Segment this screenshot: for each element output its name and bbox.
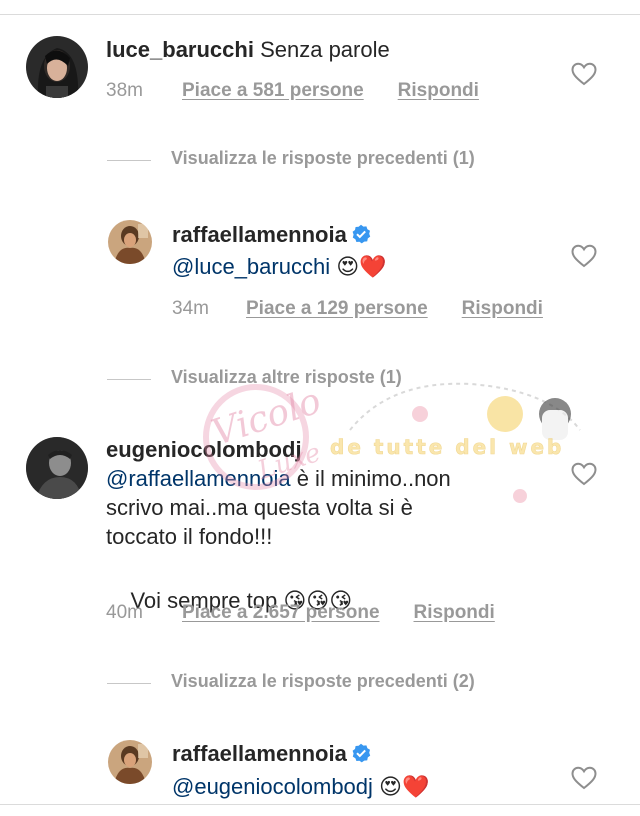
heart-outline-icon[interactable] — [571, 244, 597, 268]
comment-meta: 40m Piace a 2.657 persone Rispondi — [106, 602, 495, 624]
timestamp: 38m — [106, 80, 143, 101]
avatar[interactable] — [108, 220, 152, 264]
timestamp: 34m — [172, 298, 209, 319]
comment-text-line3: toccato il fondo!!! — [106, 524, 273, 549]
heart-outline-icon[interactable] — [571, 766, 597, 790]
bottom-divider — [0, 804, 640, 805]
comment-line2: scrivo mai..ma questa volta si è — [106, 493, 413, 522]
comment-text-line2: scrivo mai..ma questa volta si è — [106, 495, 413, 520]
view-more-replies[interactable]: Visualizza altre risposte (1) — [107, 367, 607, 393]
reply-link[interactable]: Rispondi — [414, 602, 495, 624]
username[interactable]: raffaellamennoia — [172, 741, 347, 766]
emoji: 😍❤️ — [379, 775, 430, 800]
comment-body: luce_barucchi Senza parole — [106, 35, 390, 64]
comment-body: raffaellamennoia — [172, 739, 371, 768]
watermark-banner-text: de tutte del web — [330, 435, 564, 459]
reply-link[interactable]: Rispondi — [462, 298, 543, 320]
heart-outline-icon[interactable] — [571, 462, 597, 486]
comment-body: raffaellamennoia — [172, 220, 371, 249]
divider-rule — [107, 160, 151, 161]
mention-link[interactable]: @raffaellamennoia — [106, 466, 291, 491]
likes-link[interactable]: Piace a 2.657 persone — [182, 602, 380, 624]
comment-text: Senza parole — [260, 37, 390, 62]
comment-line3: toccato il fondo!!! — [106, 522, 272, 551]
view-replies-label[interactable]: Visualizza altre risposte (1) — [171, 367, 402, 388]
heart-outline-icon[interactable] — [571, 62, 597, 86]
divider-rule — [107, 379, 151, 380]
likes-link[interactable]: Piace a 581 persone — [182, 80, 364, 102]
username[interactable]: raffaellamennoia — [172, 222, 347, 247]
emoji: 😍❤️ — [336, 255, 387, 280]
mention-link[interactable]: @eugeniocolombodj — [172, 774, 373, 799]
comment-text-line1: è il minimo..non — [290, 466, 451, 491]
username[interactable]: eugeniocolombodj — [106, 437, 302, 462]
divider-rule — [107, 683, 151, 684]
timestamp: 40m — [106, 602, 143, 623]
avatar[interactable] — [108, 740, 152, 784]
likes-link[interactable]: Piace a 129 persone — [246, 298, 428, 320]
verified-badge-icon — [352, 743, 371, 763]
comment-body-line2: @eugeniocolombodj 😍❤️ — [172, 772, 429, 802]
top-divider — [0, 14, 640, 15]
mention-link[interactable]: @luce_barucchi — [172, 254, 330, 279]
comment-body-line2: @luce_barucchi 😍❤️ — [172, 252, 387, 282]
comment-meta: 38m Piace a 581 persone Rispondi — [106, 80, 479, 102]
comment-meta: 34m Piace a 129 persone Rispondi — [172, 298, 543, 320]
username[interactable]: luce_barucchi — [106, 37, 254, 62]
comment-body: eugeniocolombodj — [106, 435, 302, 464]
view-replies-label[interactable]: Visualizza le risposte precedenti (1) — [171, 148, 475, 169]
avatar[interactable] — [26, 437, 88, 499]
view-previous-replies[interactable]: Visualizza le risposte precedenti (1) — [107, 148, 607, 174]
view-replies-label[interactable]: Visualizza le risposte precedenti (2) — [171, 671, 475, 692]
verified-badge-icon — [352, 224, 371, 244]
comment-line4: Voi sempre top 😘😘😘 — [106, 557, 352, 645]
avatar[interactable] — [26, 36, 88, 98]
comment-line1: @raffaellamennoia è il minimo..non — [106, 464, 451, 493]
reply-link[interactable]: Rispondi — [398, 80, 479, 102]
view-previous-replies[interactable]: Visualizza le risposte precedenti (2) — [107, 671, 607, 697]
